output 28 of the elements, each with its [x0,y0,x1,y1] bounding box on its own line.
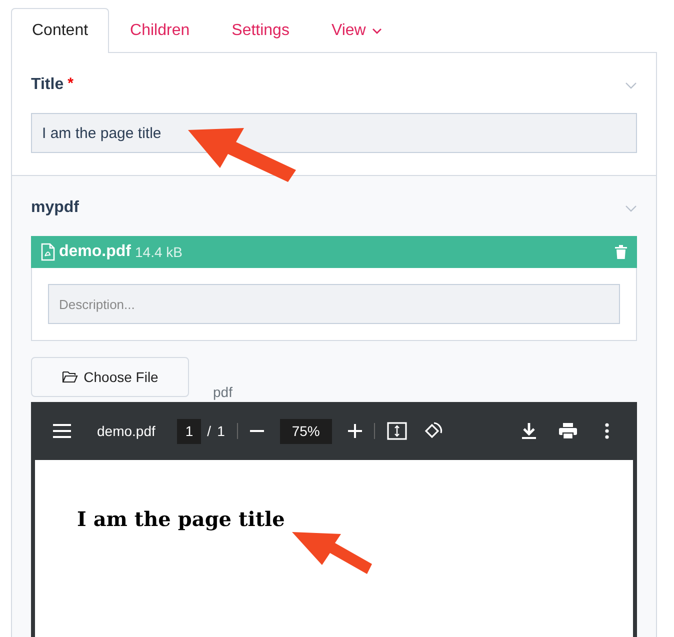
tab[interactable]: Children [109,8,211,52]
page-number-input[interactable]: 1 [177,418,202,444]
download-icon[interactable] [521,422,537,440]
zoom-input[interactable]: 75% [280,418,332,444]
file-name: demo.pdf [59,242,131,262]
rotate-icon[interactable] [422,421,443,441]
folder-icon [62,371,78,383]
page-count: 1 [217,422,225,440]
description-input[interactable]: Description... [48,284,620,324]
field-label: Title [31,75,64,95]
menu-icon[interactable] [53,424,71,438]
fit-page-icon[interactable] [386,422,407,440]
document-title: demo.pdf [97,422,156,441]
tab[interactable]: Content [11,8,110,53]
required-mark: * [68,74,74,94]
file-size: 14.4 kB [135,242,182,262]
title-input[interactable]: I am the page title [31,113,637,153]
tab[interactable]: View [310,8,403,52]
tab[interactable]: Settings [210,8,310,52]
page-separator: / [207,422,212,440]
print-icon[interactable] [559,423,577,439]
choose-file-button[interactable]: Choose File [31,357,189,397]
pdf-file-icon [41,243,55,261]
zoom-in-icon[interactable] [348,424,362,438]
field-label: mypdf [31,198,79,218]
page-heading: I am the page title [77,506,286,533]
file-type-label: pdf [213,383,232,402]
more-icon[interactable] [605,423,609,439]
